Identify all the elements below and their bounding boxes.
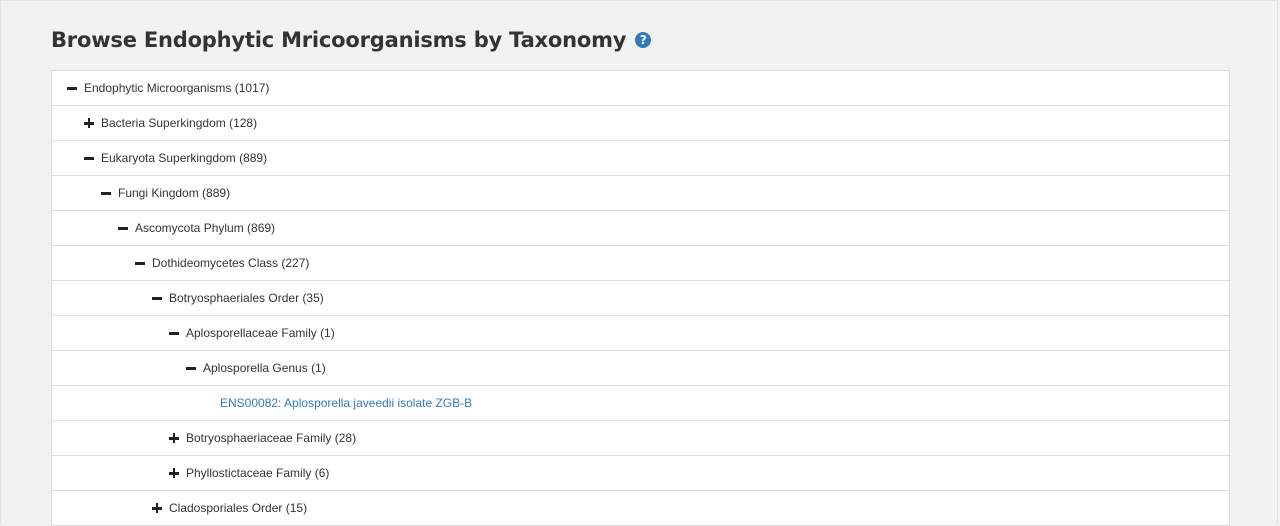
collapse-minus-icon[interactable] [84, 153, 94, 163]
tree-node-label: Ascomycota Phylum (869) [135, 221, 276, 235]
question-circle-icon[interactable]: ? [635, 32, 652, 48]
expand-plus-icon[interactable] [152, 503, 162, 513]
collapse-minus-icon[interactable] [67, 83, 77, 93]
page-title-text: Browse Endophytic Mricoorganisms by Taxo… [51, 28, 627, 52]
taxonomy-tree: Endophytic Microorganisms (1017) Bacteria… [51, 70, 1230, 526]
tree-node-label: Aplosporella Genus (1) [203, 361, 326, 375]
tree-node-row: Botryosphaeriaceae Family (28) [52, 421, 1229, 456]
tree-node-row: Aplosporella Genus (1) [52, 351, 1229, 386]
collapse-minus-icon[interactable] [169, 328, 179, 338]
tree-node-row: Cladosporiales Order (15) [52, 491, 1229, 526]
tree-node-label: Endophytic Microorganisms (1017) [84, 81, 270, 95]
tree-node-label: Botryosphaeriaceae Family (28) [186, 431, 357, 445]
tree-node-label: Bacteria Superkingdom (128) [101, 116, 258, 130]
tree-node-row: Bacteria Superkingdom (128) [52, 106, 1229, 141]
tree-node-row: Fungi Kingdom (889) [52, 176, 1229, 211]
expand-plus-icon[interactable] [169, 433, 179, 443]
collapse-minus-icon[interactable] [135, 258, 145, 268]
tree-node-label: Fungi Kingdom (889) [118, 186, 231, 200]
expand-plus-icon[interactable] [169, 468, 179, 478]
collapse-minus-icon[interactable] [101, 188, 111, 198]
tree-leaf-link[interactable]: ENS00082: Aplosporella javeedii isolate … [220, 396, 472, 410]
tree-node-label: Eukaryota Superkingdom (889) [101, 151, 268, 165]
tree-node-row: Aplosporellaceae Family (1) [52, 316, 1229, 351]
expand-plus-icon[interactable] [84, 118, 94, 128]
tree-node-row: Phyllostictaceae Family (6) [52, 456, 1229, 491]
tree-leaf-row: ENS00082: Aplosporella javeedii isolate … [52, 386, 1229, 421]
tree-node-label: Aplosporellaceae Family (1) [186, 326, 335, 340]
tree-node-label: Cladosporiales Order (15) [169, 501, 308, 515]
tree-node-row: Ascomycota Phylum (869) [52, 211, 1229, 246]
tree-node-row: Eukaryota Superkingdom (889) [52, 141, 1229, 176]
tree-node-row: Dothideomycetes Class (227) [52, 246, 1229, 281]
tree-node-label: Botryosphaeriales Order (35) [169, 291, 324, 305]
collapse-minus-icon[interactable] [152, 293, 162, 303]
tree-node-label: Phyllostictaceae Family (6) [186, 466, 330, 480]
page-title: Browse Endophytic Mricoorganisms by Taxo… [51, 22, 652, 58]
tree-node-row: Botryosphaeriales Order (35) [52, 281, 1229, 316]
collapse-minus-icon[interactable] [118, 223, 128, 233]
collapse-minus-icon[interactable] [186, 363, 196, 373]
tree-node-row: Endophytic Microorganisms (1017) [52, 71, 1229, 106]
tree-node-label: Dothideomycetes Class (227) [152, 256, 310, 270]
